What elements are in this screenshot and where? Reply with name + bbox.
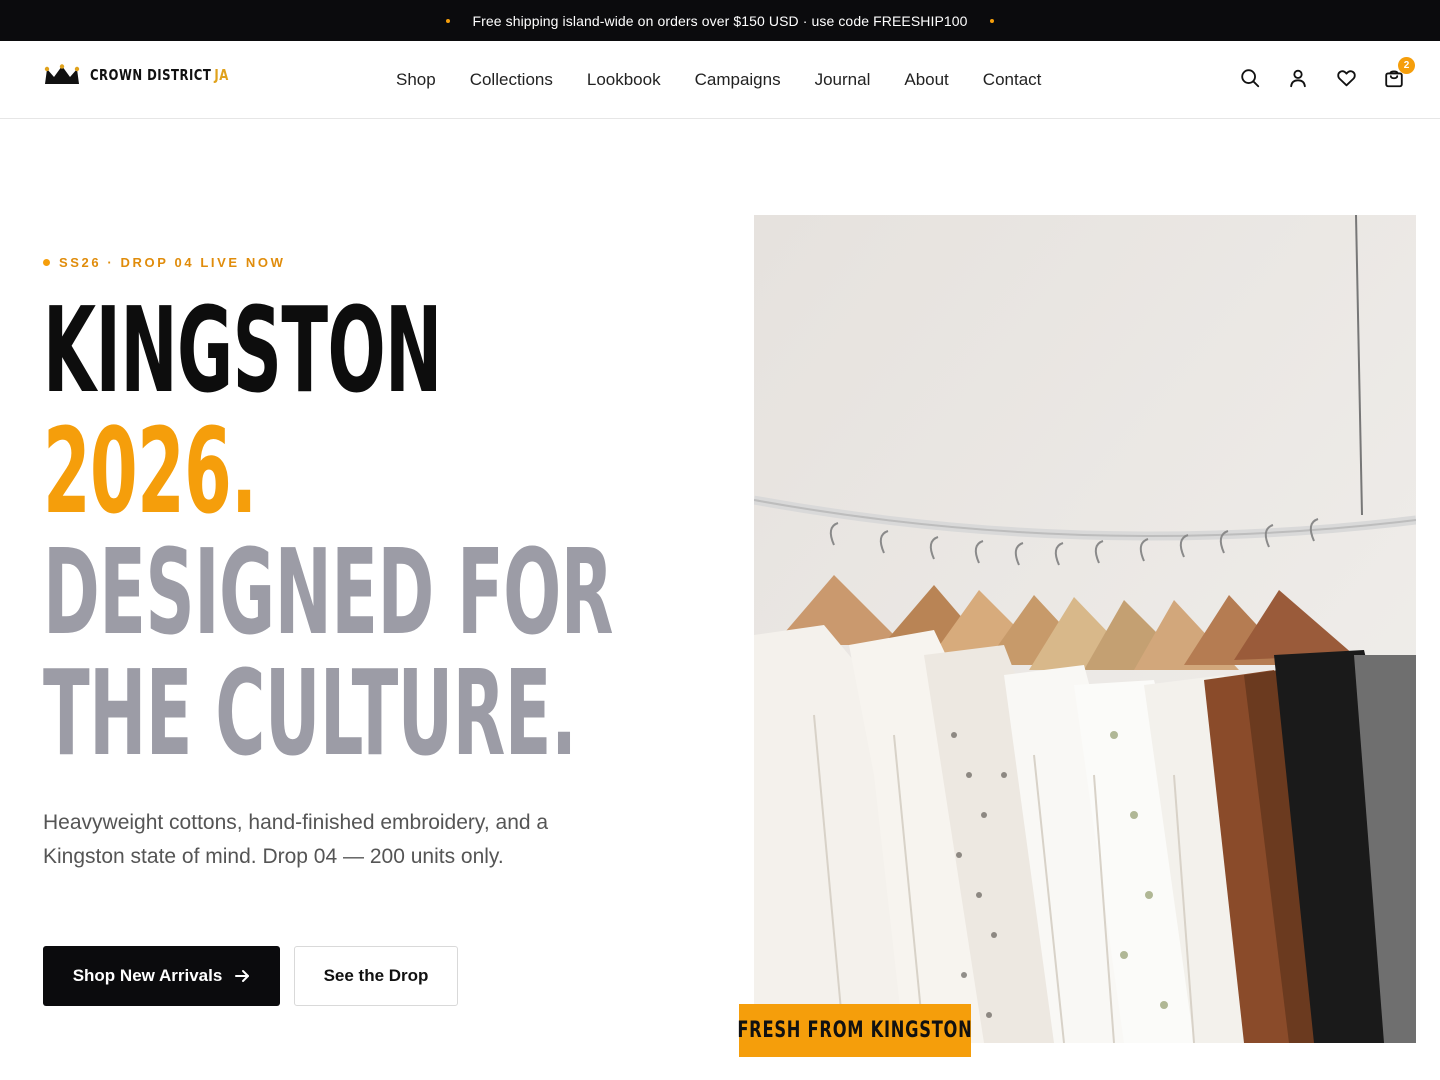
headline-line-1: KINGSTON (43, 281, 442, 419)
announcement-bar: Free shipping island-wide on orders over… (0, 0, 1440, 41)
nav-item-lookbook[interactable]: Lookbook (587, 70, 661, 90)
secondary-cta-label: See the Drop (323, 966, 429, 985)
headline-line-4: THE CULTURE. (43, 644, 577, 782)
nav-item-collections[interactable]: Collections (470, 70, 553, 90)
crown-logo-icon (44, 64, 80, 84)
hero-eyebrow-text: SS26 · DROP 04 LIVE NOW (59, 255, 286, 270)
image-tag-text: FRESH FROM KINGSTON (737, 1018, 973, 1043)
hero-image-clothing-rack (754, 215, 1416, 1043)
hero-eyebrow: SS26 · DROP 04 LIVE NOW (43, 255, 285, 270)
brand-name: CROWN DISTRICT (90, 66, 212, 84)
announcement-dot-left (446, 18, 451, 23)
nav-item-about[interactable]: About (904, 70, 948, 90)
headline-line-3: DESIGNED FOR (43, 523, 613, 661)
brand-logo[interactable]: CROWN DISTRICT JA (44, 63, 268, 87)
headline-line-2: 2026. (43, 402, 257, 540)
primary-cta-label: Shop New Arrivals (72, 966, 223, 985)
nav-item-shop[interactable]: Shop (396, 70, 436, 90)
nav-item-journal[interactable]: Journal (815, 70, 871, 90)
image-tag-fresh-from-kingston: FRESH FROM KINGSTON (737, 1004, 973, 1057)
search-button[interactable] (1238, 66, 1262, 90)
see-the-drop-button[interactable]: See the Drop (294, 946, 458, 1006)
announcement-text: Free shipping island-wide on orders over… (472, 12, 968, 29)
site-header: CROWN DISTRICT JA Shop Collections Lookbo… (0, 41, 1440, 119)
clothing-rack-illustration (754, 215, 1416, 1043)
account-button[interactable] (1286, 66, 1310, 90)
user-icon (1290, 69, 1306, 88)
nav-item-contact[interactable]: Contact (983, 70, 1042, 90)
header-actions: 2 (1238, 57, 1415, 90)
announcement-dot-right (989, 18, 994, 23)
arrow-right-icon (235, 970, 250, 982)
cart-count-badge: 2 (1398, 57, 1415, 74)
wishlist-button[interactable] (1334, 66, 1358, 90)
brand-wordmark: CROWN DISTRICT JA (90, 66, 229, 84)
hero-headline: KINGSTON 2026. DESIGNED FOR THE CULTURE. (43, 290, 683, 774)
main-nav: Shop Collections Lookbook Campaigns Jour… (396, 41, 1041, 118)
nav-item-campaigns[interactable]: Campaigns (695, 70, 781, 90)
heart-icon (1336, 70, 1356, 87)
shop-new-arrivals-button[interactable]: Shop New Arrivals (43, 946, 280, 1006)
brand-suffix: JA (214, 66, 229, 84)
live-dot (43, 259, 50, 266)
search-icon (1241, 69, 1260, 88)
hero-subcopy: Heavyweight cottons, hand-finished embro… (43, 811, 549, 868)
cart-button[interactable]: 2 (1382, 57, 1415, 90)
